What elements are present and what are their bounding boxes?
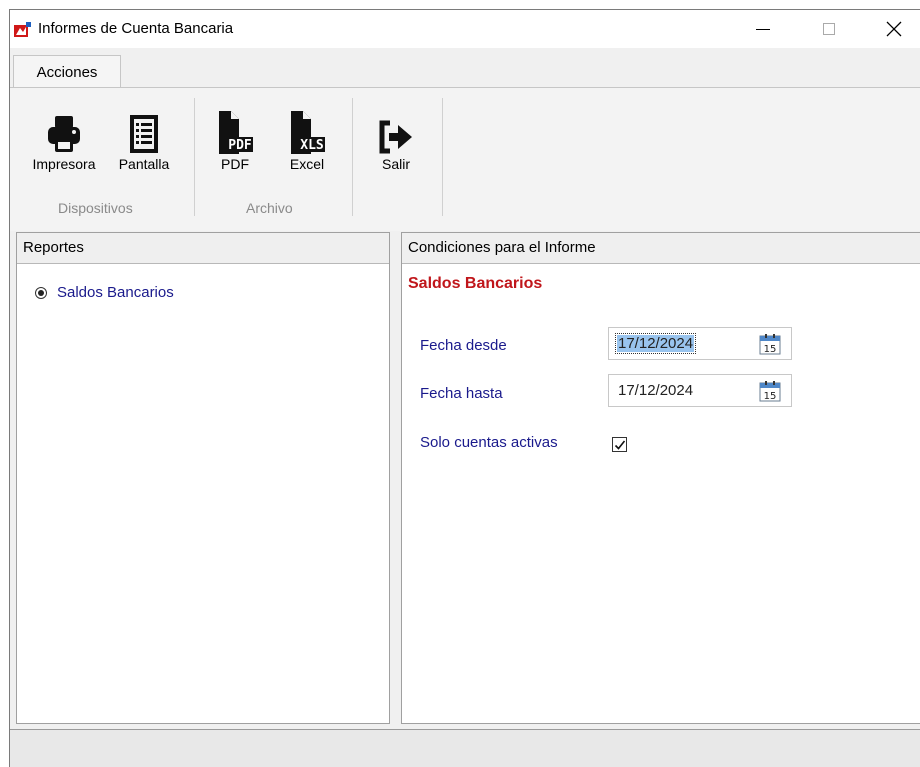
ribbon-panel: Impresora Pantalla Dispositivos PDF PDF … [10,87,920,231]
fecha-desde-label: Fecha desde [420,337,507,354]
minimize-icon [756,28,770,30]
minimize-button[interactable] [740,10,786,48]
fecha-desde-input[interactable]: 17/12/2024 15 [608,327,792,360]
excel-label: Excel [289,156,325,172]
exit-icon [379,120,412,154]
conditions-panel: Condiciones para el Informe Saldos Banca… [401,232,920,724]
pdf-label: PDF [221,156,249,172]
fecha-hasta-input[interactable]: 17/12/2024 15 [608,374,792,407]
screen-list-icon [130,115,158,153]
radio-selected-dot [38,289,44,296]
radio-button[interactable] [35,286,47,299]
group-label-archivo: Archivo [246,200,293,216]
fecha-desde-value[interactable]: 17/12/2024 [614,333,697,354]
solo-activas-checkbox[interactable] [612,437,627,452]
calendar-icon[interactable]: 15 [759,334,781,355]
fecha-hasta-label: Fecha hasta [420,385,503,402]
pantalla-button[interactable]: Pantalla [112,104,176,172]
tab-acciones[interactable]: Acciones [13,55,121,88]
svg-text:XLS: XLS [300,138,324,153]
maximize-button[interactable] [806,10,852,48]
printer-icon [48,116,80,152]
excel-button[interactable]: XLS Excel [280,104,334,172]
svg-text:15: 15 [764,344,777,355]
window-title: Informes de Cuenta Bancaria [38,20,234,37]
ribbon: Acciones Impresora Pantalla Dispositivos… [10,48,920,231]
report-window: Informes de Cuenta Bancaria Acciones Imp… [9,9,920,767]
calendar-icon[interactable]: 15 [759,381,781,402]
xls-file-icon: XLS [291,111,325,154]
title-bar: Informes de Cuenta Bancaria [10,10,920,48]
group-label-dispositivos: Dispositivos [58,200,133,216]
conditions-header: Condiciones para el Informe [402,233,920,264]
close-button[interactable] [871,10,917,48]
impresora-button[interactable]: Impresora [24,104,104,172]
pdf-file-icon: PDF [219,111,253,154]
pdf-button[interactable]: PDF PDF [212,104,258,172]
report-option-label: Saldos Bancarios [57,284,174,301]
reports-panel: Reportes Saldos Bancarios [16,232,390,724]
checkmark-icon [614,440,625,450]
salir-label: Salir [381,156,410,172]
close-icon [886,21,902,37]
group-separator [442,98,443,216]
solo-activas-label: Solo cuentas activas [420,434,558,451]
salir-button[interactable]: Salir [372,104,420,172]
maximize-icon [823,23,835,35]
group-separator [194,98,195,216]
fecha-hasta-value[interactable]: 17/12/2024 [618,382,693,399]
svg-text:15: 15 [764,391,777,402]
group-separator [352,98,353,216]
report-title: Saldos Bancarios [408,275,543,292]
impresora-label: Impresora [32,156,96,172]
report-option-saldos-bancarios[interactable]: Saldos Bancarios [35,284,174,301]
status-bar [10,729,920,767]
pantalla-label: Pantalla [118,156,170,172]
svg-text:PDF: PDF [228,138,252,153]
app-logo-icon [14,22,31,37]
reports-header: Reportes [17,233,389,264]
